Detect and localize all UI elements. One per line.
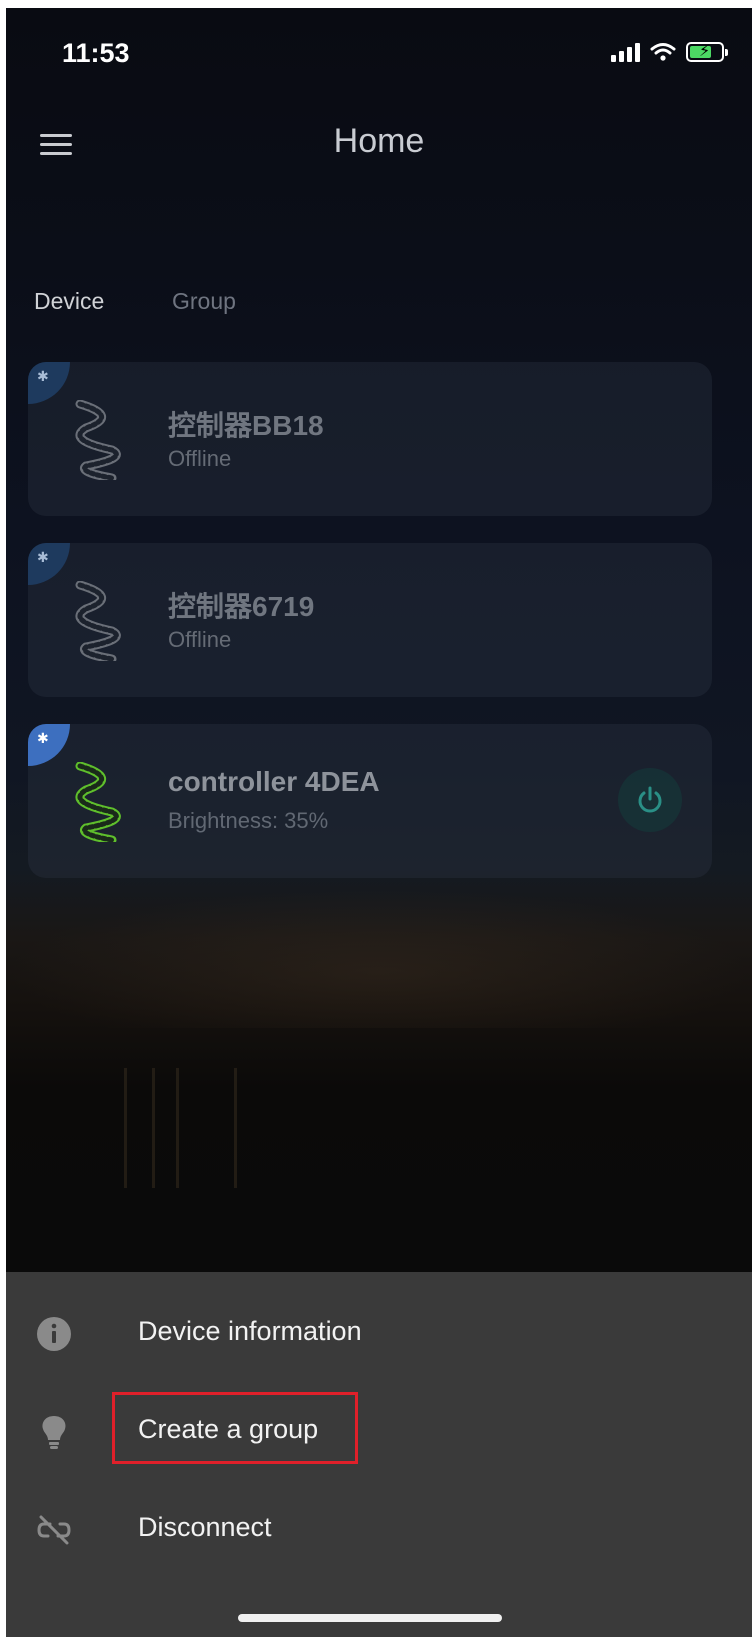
led-strip-icon xyxy=(75,581,121,661)
led-strip-icon xyxy=(75,400,121,480)
bluetooth-icon: ✱ xyxy=(28,543,70,585)
bluetooth-icon: ✱ xyxy=(28,724,70,766)
device-status: Offline xyxy=(168,627,232,652)
device-card[interactable]: ✱ controller 4DEA Brightness: 35% xyxy=(28,724,712,878)
highlight-box xyxy=(112,1392,358,1464)
device-status: Brightness: 35% xyxy=(168,808,329,833)
background-reflection xyxy=(176,1068,179,1188)
page-title: Home xyxy=(333,122,425,160)
device-status: Offline xyxy=(168,446,232,471)
status-time: 11:53 xyxy=(62,38,130,68)
info-icon xyxy=(37,1317,71,1351)
background-horizon xyxy=(6,888,752,1028)
led-strip-icon xyxy=(75,762,121,842)
power-button[interactable] xyxy=(618,768,682,832)
device-card[interactable]: ✱ 控制器6719 Offline xyxy=(28,543,712,697)
background-reflection xyxy=(152,1068,155,1188)
lightbulb-icon xyxy=(42,1416,66,1449)
battery-icon: ⚡ xyxy=(686,42,728,62)
device-name: 控制器6719 xyxy=(168,591,315,622)
app-screen: 11:53 ⚡ Home Device Group ✱ 控制器BB18 Offl… xyxy=(6,8,752,1637)
device-name: 控制器BB18 xyxy=(168,410,324,441)
device-information-label: Device information xyxy=(138,1316,362,1346)
unlink-icon xyxy=(37,1515,71,1545)
home-indicator[interactable] xyxy=(238,1614,502,1622)
tab-device[interactable]: Device xyxy=(34,288,104,315)
disconnect-item[interactable]: Disconnect xyxy=(6,1490,752,1570)
bluetooth-icon: ✱ xyxy=(28,362,70,404)
device-card[interactable]: ✱ 控制器BB18 Offline xyxy=(28,362,712,516)
tab-group[interactable]: Group xyxy=(172,288,236,315)
cellular-signal-icon xyxy=(611,43,640,62)
background-reflection xyxy=(234,1068,237,1188)
status-icons: ⚡ xyxy=(611,42,728,62)
device-name: controller 4DEA xyxy=(168,766,380,797)
disconnect-label: Disconnect xyxy=(138,1512,272,1542)
action-sheet: Device information Create a group Discon… xyxy=(6,1272,752,1637)
wifi-icon xyxy=(650,43,676,61)
power-icon xyxy=(638,786,662,813)
background-reflection xyxy=(124,1068,127,1188)
device-information-item[interactable]: Device information xyxy=(6,1294,752,1374)
